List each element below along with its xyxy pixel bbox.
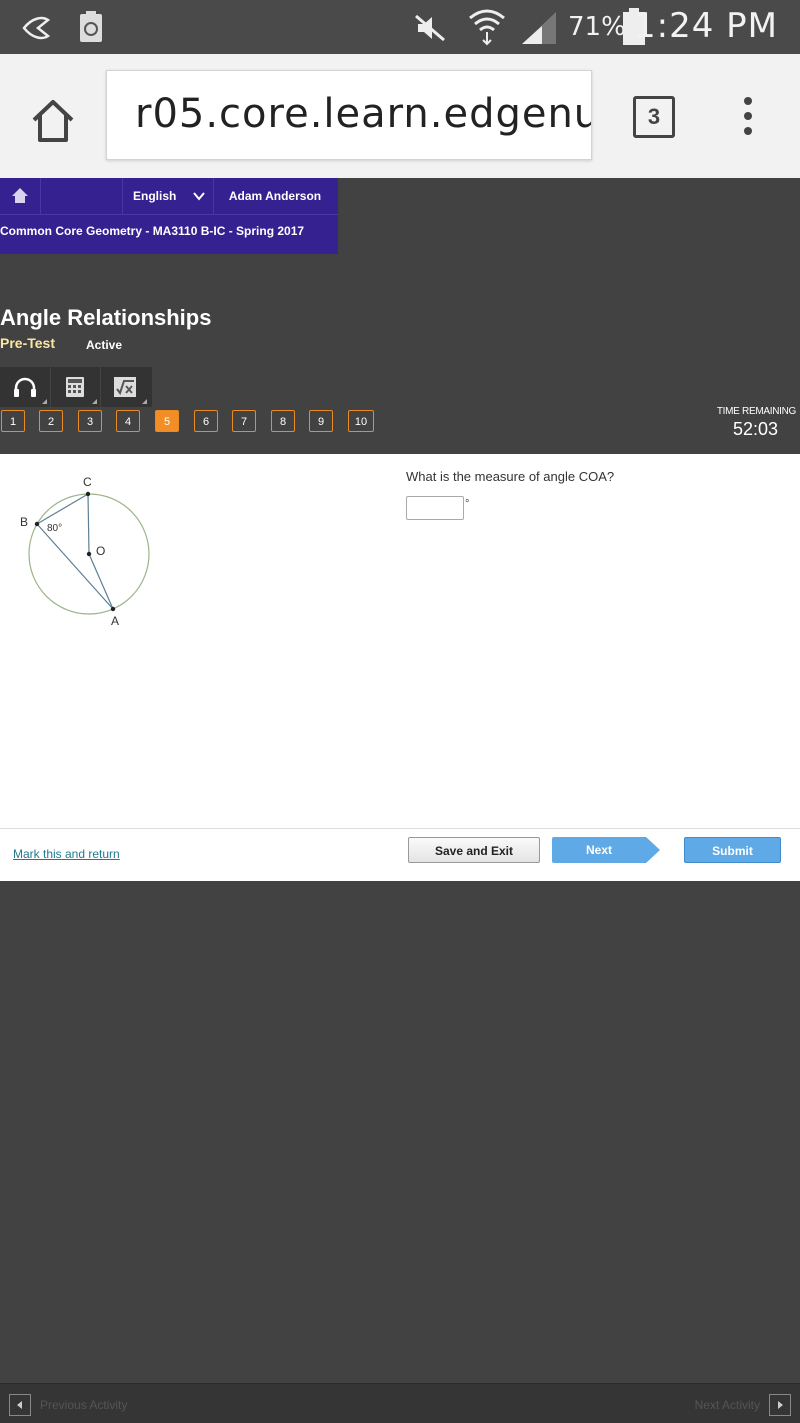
question-number-8[interactable]: 8	[271, 410, 295, 432]
answer-input[interactable]	[406, 496, 464, 520]
point-o	[86, 551, 92, 557]
segment-co	[87, 493, 90, 555]
question-number-6[interactable]: 6	[194, 410, 218, 432]
angle-label: 80°	[47, 523, 62, 534]
point-b	[34, 521, 40, 527]
activity-type: Pre-Test	[0, 335, 55, 351]
question-number-2[interactable]: 2	[39, 410, 63, 432]
battery-percent: 71%	[568, 12, 626, 42]
mark-and-return-link[interactable]: Mark this and return	[13, 847, 120, 861]
question-number-3[interactable]: 3	[78, 410, 102, 432]
calculator-button[interactable]	[50, 367, 101, 407]
segment-oa	[88, 553, 114, 610]
overflow-menu-icon[interactable]	[738, 96, 758, 136]
activity-title: Angle Relationships	[0, 305, 212, 330]
course-nav: English Adam Anderson Common Core Geomet…	[0, 178, 338, 254]
language-label: English	[133, 189, 177, 203]
chevron-right-icon	[778, 1401, 783, 1409]
question-number-1[interactable]: 1	[1, 410, 25, 432]
tab-switcher-button[interactable]: 3	[633, 96, 675, 138]
course-home-button[interactable]	[0, 178, 41, 214]
point-a	[110, 606, 116, 612]
question-panel: C B O A 80° What is the measure of angle…	[0, 454, 800, 828]
language-select[interactable]: English	[122, 178, 214, 214]
question-number-7[interactable]: 7	[232, 410, 256, 432]
question-text: What is the measure of angle COA?	[406, 469, 615, 484]
formula-icon	[114, 377, 136, 397]
home-icon	[12, 188, 28, 203]
next-activity-button[interactable]	[769, 1394, 791, 1416]
question-number-4[interactable]: 4	[116, 410, 140, 432]
course-nav-top-row: English Adam Anderson	[0, 178, 338, 215]
status-bar: 71% 1:24 PM	[0, 0, 800, 54]
chevron-left-icon	[17, 1401, 22, 1409]
next-button-arrow[interactable]	[646, 837, 660, 863]
label-c: C	[83, 475, 92, 489]
question-number-10[interactable]: 10	[348, 410, 374, 432]
browser-toolbar: r05.core.learn.edgenuity.com 3	[0, 54, 800, 178]
time-remaining-value: 52:03	[732, 419, 778, 439]
previous-activity-button[interactable]	[9, 1394, 31, 1416]
activity-nav-bar: Previous Activity Next Activity	[0, 1383, 800, 1423]
next-activity-label[interactable]: Next Activity	[695, 1398, 760, 1412]
time-remaining-label: TIME REMAINING	[716, 406, 796, 417]
notification-icons	[22, 11, 102, 42]
signal-icon	[522, 12, 556, 44]
submit-button[interactable]: Submit	[684, 837, 781, 863]
user-menu[interactable]: Adam Anderson	[212, 178, 338, 214]
question-number-9[interactable]: 9	[309, 410, 333, 432]
next-button[interactable]: Next	[552, 837, 646, 863]
home-icon[interactable]	[28, 96, 78, 146]
label-b: B	[20, 515, 28, 529]
segment-bc	[36, 493, 89, 525]
url-text: r05.core.learn.edgenuity.com	[135, 91, 592, 137]
headphones-button[interactable]	[0, 367, 51, 407]
address-bar[interactable]: r05.core.learn.edgenuity.com	[106, 70, 592, 160]
wifi-icon	[469, 9, 505, 46]
degree-unit: °	[465, 498, 470, 510]
tool-bar	[0, 367, 152, 407]
activity-status: Active	[86, 338, 123, 352]
calculator-icon	[66, 377, 84, 397]
save-and-exit-button[interactable]: Save and Exit	[408, 837, 540, 863]
formula-button[interactable]	[100, 367, 150, 407]
circle-diagram: C B O A 80°	[20, 475, 150, 628]
mute-icon	[415, 14, 445, 42]
question-footer: Mark this and return Save and Exit Next …	[0, 828, 800, 881]
status-clock: 1:24 PM	[634, 6, 778, 46]
chevron-down-icon	[193, 192, 205, 201]
question-number-5[interactable]: 5	[155, 410, 179, 432]
segment-ba	[36, 523, 114, 610]
point-c	[85, 491, 91, 497]
label-a: A	[111, 614, 119, 628]
course-title[interactable]: Common Core Geometry - MA3110 B-IC - Spr…	[0, 224, 304, 238]
previous-activity-label[interactable]: Previous Activity	[40, 1398, 127, 1412]
headphones-icon	[14, 377, 36, 397]
label-o: O	[96, 544, 105, 558]
